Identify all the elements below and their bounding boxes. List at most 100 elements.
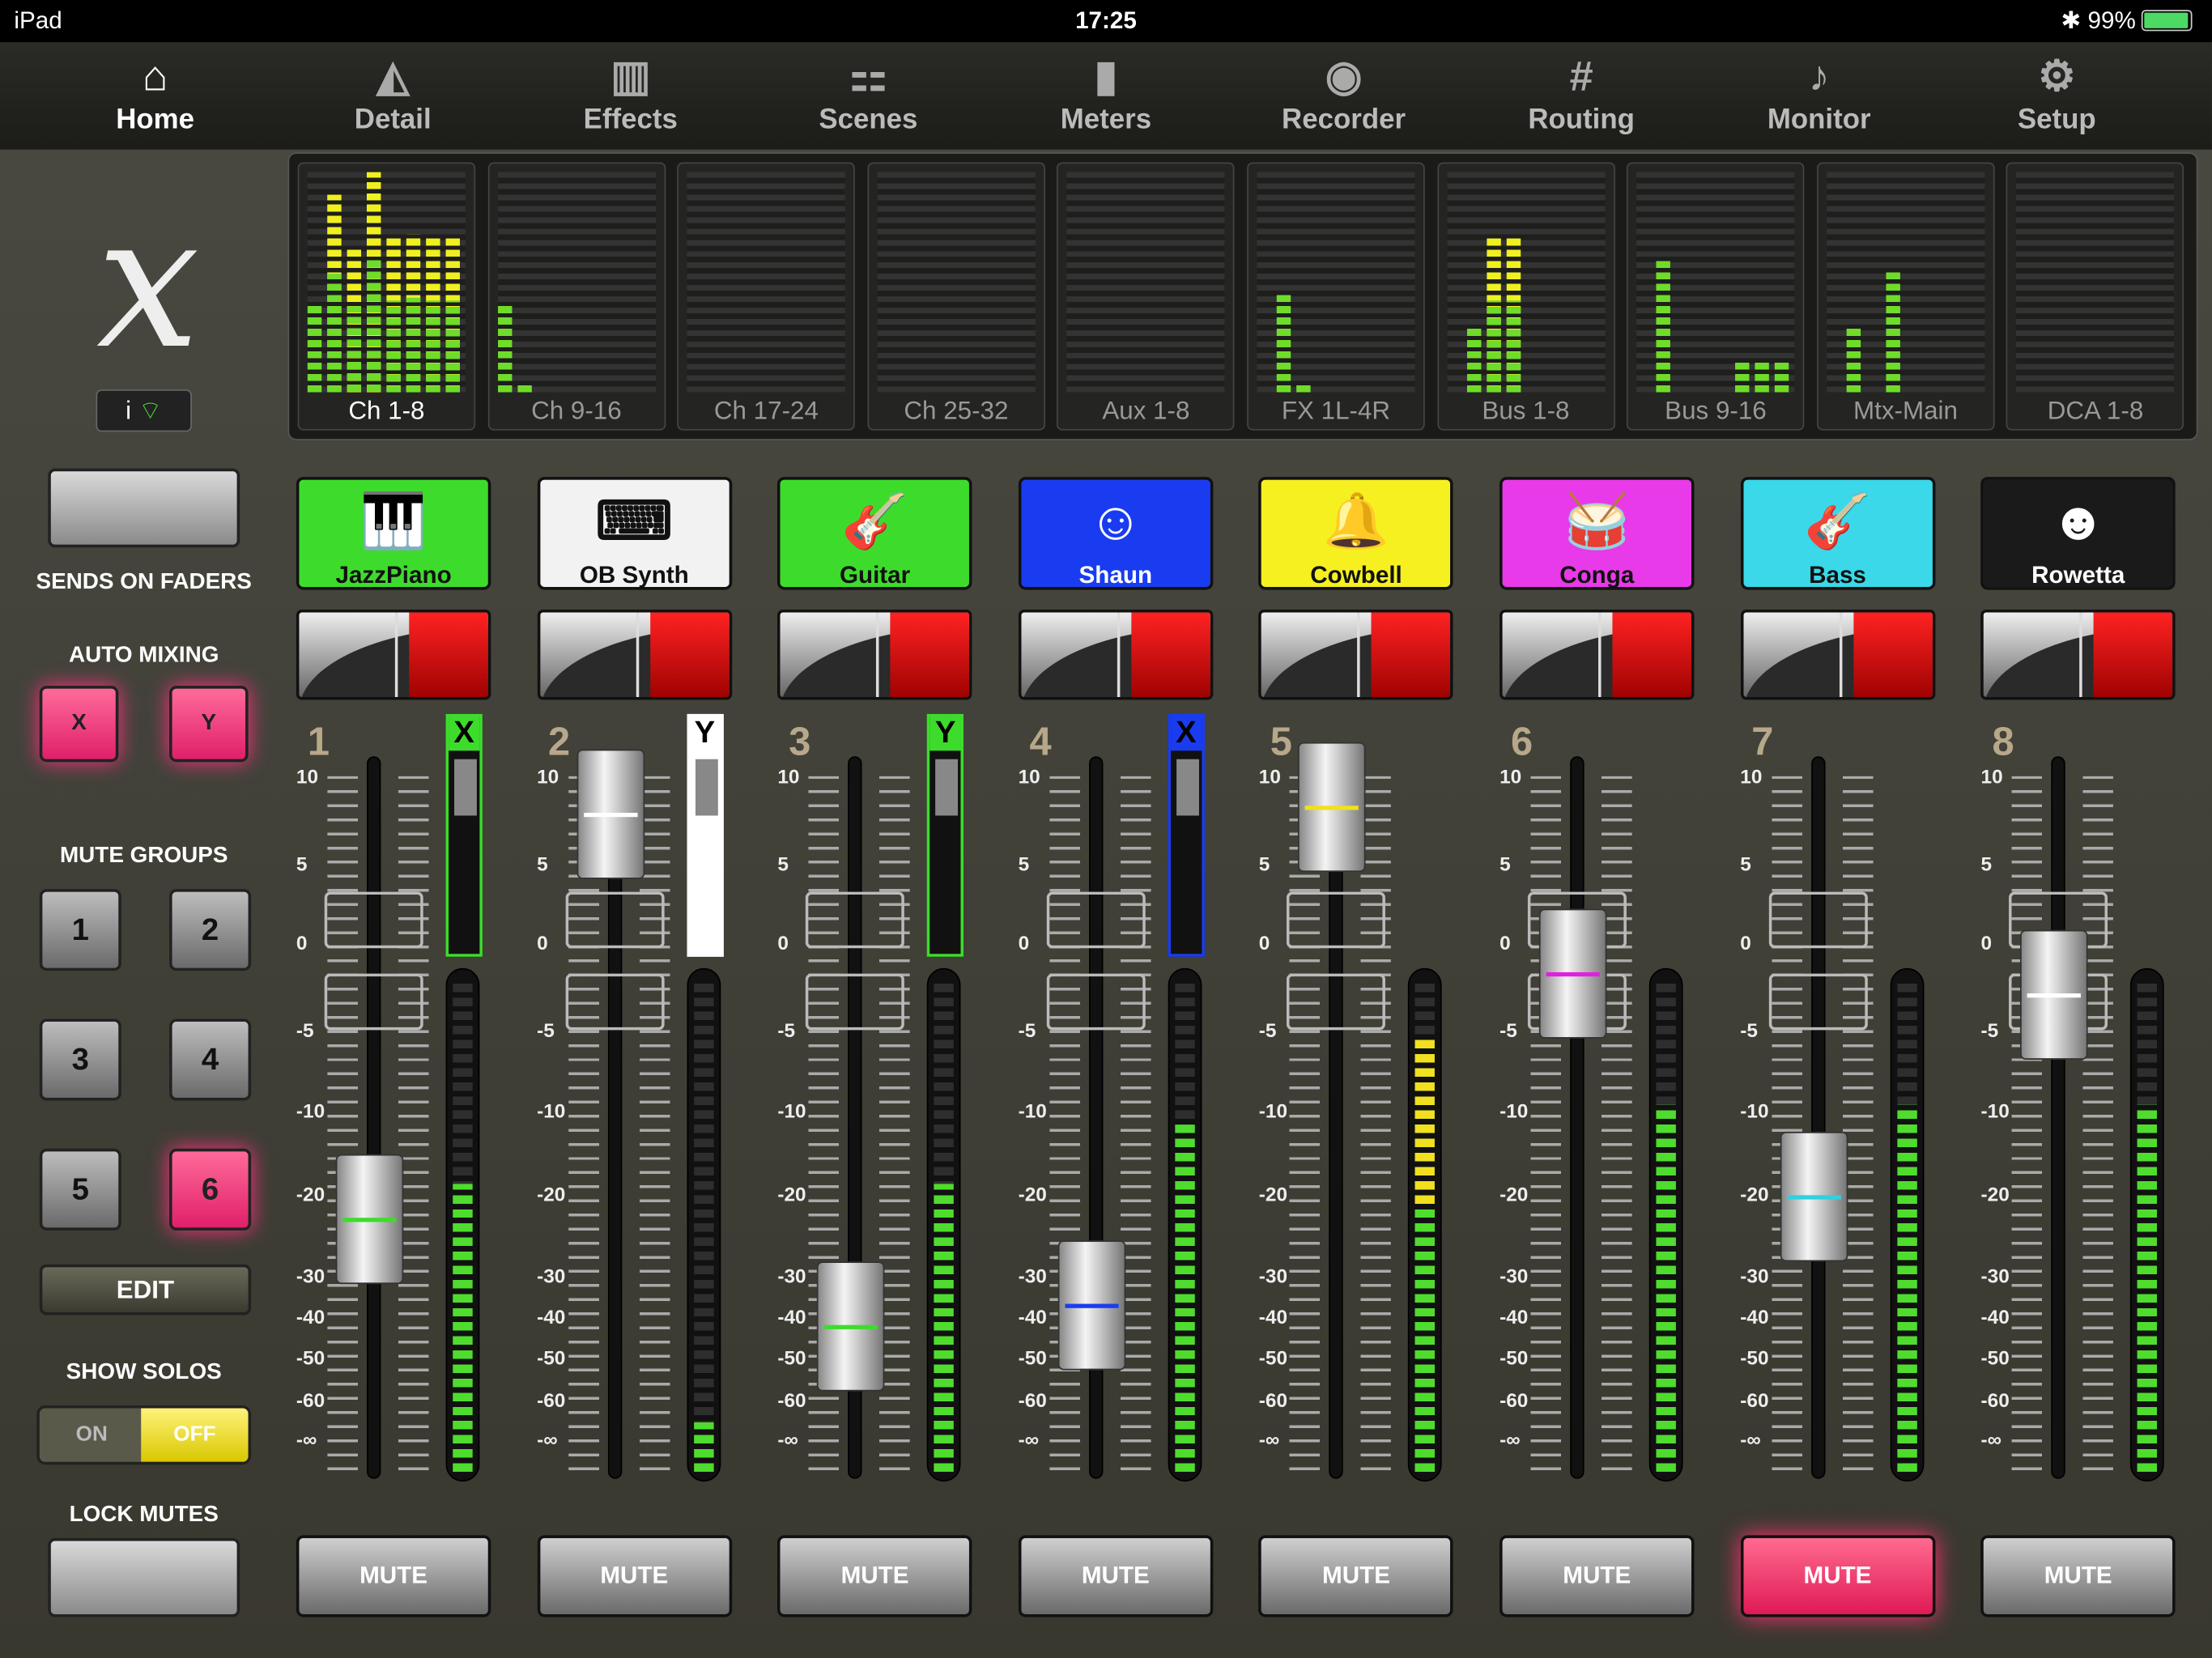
- mute-button[interactable]: MUTE: [296, 1535, 491, 1618]
- mute-button[interactable]: MUTE: [1018, 1535, 1214, 1618]
- meter-bank-ch-1-8[interactable]: Ch 1-8: [297, 162, 476, 431]
- dynamics-curve[interactable]: [296, 609, 491, 700]
- fader-handle[interactable]: [1057, 1240, 1126, 1371]
- dynamics-curve[interactable]: [1980, 609, 2176, 700]
- detail-icon: ◭: [376, 53, 410, 100]
- automix-group-indicator[interactable]: Y: [686, 713, 724, 957]
- channel-name-button[interactable]: 🎸 Bass: [1740, 477, 1935, 590]
- effects-icon: ▥: [610, 53, 651, 100]
- dynamics-curve[interactable]: [1018, 609, 1214, 700]
- auto-mix-x-button[interactable]: X: [39, 686, 119, 763]
- channel-name-button[interactable]: 🎹 JazzPiano: [296, 477, 491, 590]
- curve-red: [890, 612, 970, 698]
- tab-detail[interactable]: ◭ Detail: [274, 42, 512, 149]
- dynamics-curve[interactable]: [1258, 609, 1454, 700]
- info-wifi-button[interactable]: i ⌔: [96, 389, 192, 432]
- mute-button[interactable]: MUTE: [1499, 1535, 1695, 1618]
- dynamics-curve[interactable]: [1499, 609, 1695, 700]
- mute-button[interactable]: MUTE: [777, 1535, 972, 1618]
- show-solos-label: SHOW SOLOS: [66, 1360, 222, 1384]
- tab-setup[interactable]: ⚙ Setup: [1938, 42, 2176, 149]
- fader-mark: [1305, 805, 1359, 810]
- meter-bank-bus-9-16[interactable]: Bus 9-16: [1627, 162, 1805, 431]
- channel-name-button[interactable]: 🥁 Conga: [1499, 477, 1695, 590]
- meter-bank-bus-1-8[interactable]: Bus 1-8: [1436, 162, 1615, 431]
- curve-red: [1130, 612, 1210, 698]
- tab-monitor[interactable]: ♪ Monitor: [1700, 42, 1938, 149]
- mute-button[interactable]: MUTE: [1258, 1535, 1454, 1618]
- mute-group-6-button[interactable]: 6: [169, 1148, 252, 1231]
- meter-bank-fx-1l-4r[interactable]: FX 1L-4R: [1247, 162, 1425, 431]
- scene-box: [1046, 891, 1146, 949]
- mute-button[interactable]: MUTE: [1980, 1535, 2176, 1618]
- tab-effects[interactable]: ▥ Effects: [512, 42, 749, 149]
- tab-home[interactable]: ⌂ Home: [36, 42, 274, 149]
- level-bar: [1466, 325, 1481, 393]
- level-bar: [347, 249, 362, 393]
- mute-group-4-button[interactable]: 4: [169, 1018, 252, 1101]
- tab-routing[interactable]: # Routing: [1463, 42, 1700, 149]
- scale-label: 10: [1499, 764, 1522, 788]
- channel-name-button[interactable]: ☺ Shaun: [1018, 477, 1214, 590]
- channel-strip-1: 🎹 JazzPiano 1 10 5 0 -5 -10 -20 -30 -40 -50 -60 -∞ X MU…: [287, 466, 527, 1658]
- channel-name-button[interactable]: ⌨ OB Synth: [537, 477, 732, 590]
- tab-meters[interactable]: ▮ Meters: [988, 42, 1225, 149]
- automix-group-indicator[interactable]: X: [1168, 713, 1205, 957]
- mute-group-5-button[interactable]: 5: [39, 1148, 121, 1231]
- setup-icon: ⚙: [2037, 53, 2076, 100]
- meter-bank-mtx-main[interactable]: Mtx-Main: [1816, 162, 1995, 431]
- mute-group-1-button[interactable]: 1: [39, 889, 121, 971]
- meter-bank-ch-9-16[interactable]: Ch 9-16: [487, 162, 666, 431]
- dynamics-curve[interactable]: [537, 609, 732, 700]
- mute-group-3-button[interactable]: 3: [39, 1018, 121, 1101]
- curve-line: [1357, 612, 1361, 698]
- meter-bank-aux-1-8[interactable]: Aux 1-8: [1057, 162, 1236, 431]
- tab-scenes[interactable]: ⚏ Scenes: [750, 42, 987, 149]
- meter-bank-label: Ch 17-24: [713, 396, 819, 425]
- channel-number: 8: [1992, 719, 2014, 763]
- scale-label: 5: [1980, 852, 1993, 875]
- fader-handle[interactable]: [2020, 929, 2088, 1060]
- meter-bank-dca-1-8[interactable]: DCA 1-8: [2006, 162, 2184, 431]
- main-tab-bar: ⌂ Home ◭ Detail ▥ Effects ⚏ Scenes ▮ Meters ◉ Recor…: [0, 42, 2212, 150]
- level-bar: [307, 304, 322, 393]
- fader-handle[interactable]: [335, 1154, 404, 1284]
- fader-handle[interactable]: [1298, 742, 1367, 872]
- automix-group-label: X: [449, 713, 480, 751]
- fader-track: [366, 756, 381, 1479]
- scene-box: [806, 891, 905, 949]
- channel-name-button[interactable]: ☻ Rowetta: [1980, 477, 2176, 590]
- fader-handle[interactable]: [576, 749, 644, 879]
- scale-label: 10: [1018, 764, 1040, 788]
- edit-button[interactable]: EDIT: [39, 1264, 252, 1316]
- automix-group-indicator[interactable]: X: [445, 713, 483, 957]
- meter-level: [1656, 1103, 1676, 1472]
- dynamics-curve[interactable]: [777, 609, 972, 700]
- fader-handle[interactable]: [1538, 908, 1607, 1039]
- meter-bank-ch-17-24[interactable]: Ch 17-24: [677, 162, 856, 431]
- mute-group-2-button[interactable]: 2: [169, 889, 252, 971]
- mute-button[interactable]: MUTE: [537, 1535, 732, 1618]
- auto-mix-y-button[interactable]: Y: [169, 686, 249, 763]
- level-bar: [1276, 293, 1291, 393]
- scale-label: 5: [537, 852, 548, 875]
- sends-on-faders-button[interactable]: [48, 468, 240, 548]
- dynamics-curve[interactable]: [1740, 609, 1935, 700]
- meter-bank-ch-25-32[interactable]: Ch 25-32: [867, 162, 1045, 431]
- scale-label: -50: [777, 1346, 806, 1369]
- tab-recorder[interactable]: ◉ Recorder: [1225, 42, 1462, 149]
- fader-handle[interactable]: [817, 1262, 885, 1392]
- show-solos-toggle[interactable]: ON OFF: [36, 1405, 252, 1465]
- mute-button[interactable]: MUTE: [1740, 1535, 1935, 1618]
- lock-mutes-button[interactable]: [48, 1537, 240, 1618]
- scale-label: -50: [1740, 1346, 1769, 1369]
- meter-bars: [687, 172, 845, 393]
- scale-label: -40: [1258, 1305, 1288, 1329]
- fader-handle[interactable]: [1780, 1132, 1848, 1262]
- level-bar: [1486, 238, 1501, 393]
- channel-name-button[interactable]: 🎸 Guitar: [777, 477, 972, 590]
- automix-group-indicator[interactable]: Y: [927, 713, 964, 957]
- scale-label: -10: [537, 1099, 566, 1122]
- scale-label: -20: [1499, 1182, 1529, 1205]
- channel-name-button[interactable]: 🔔 Cowbell: [1258, 477, 1454, 590]
